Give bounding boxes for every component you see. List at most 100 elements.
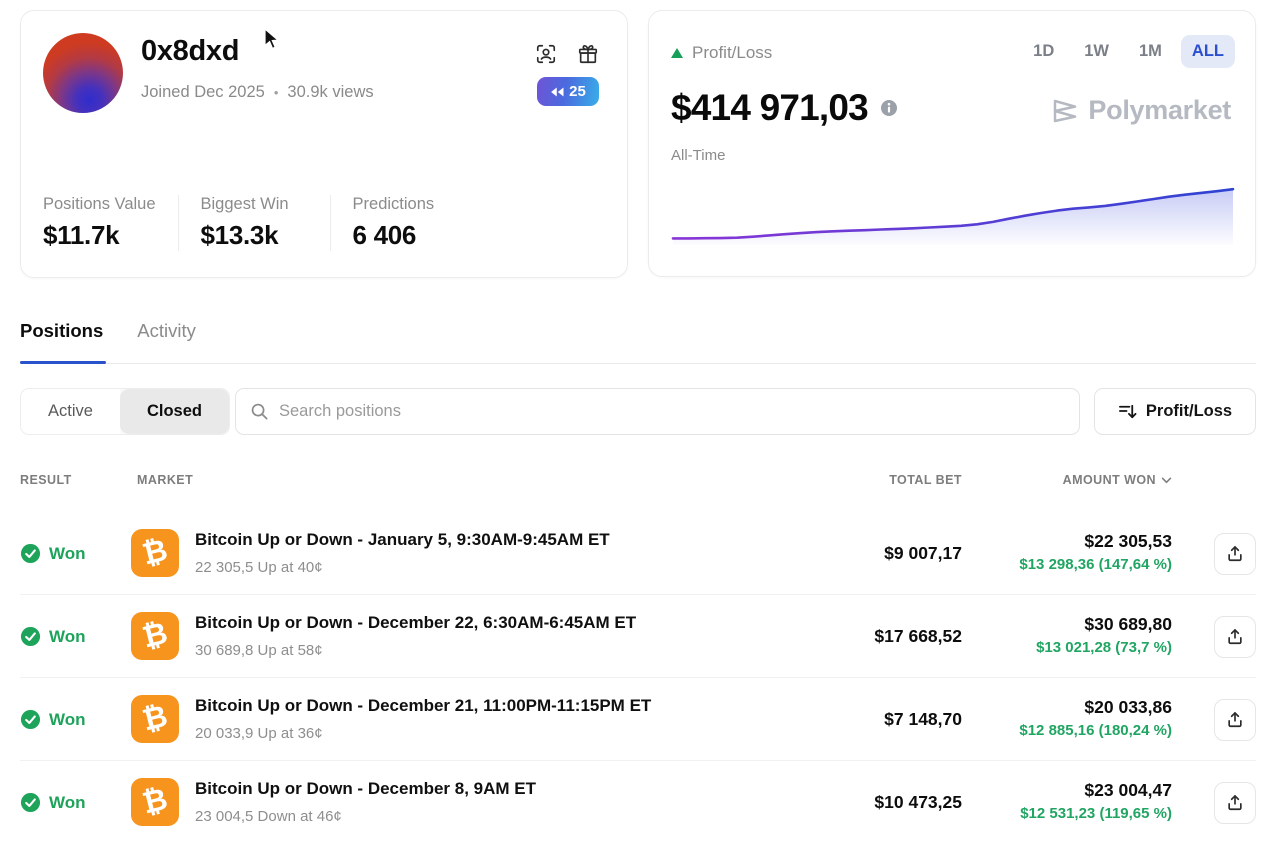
up-triangle-icon xyxy=(671,48,683,58)
time-range-selector: 1D 1W 1M ALL xyxy=(1022,35,1235,68)
pnl-chart[interactable] xyxy=(671,179,1235,245)
segment-active[interactable]: Active xyxy=(21,389,120,434)
streak-count: 25 xyxy=(569,83,586,100)
header-amount-won-label: AMOUNT WON xyxy=(1063,473,1156,487)
stat-label: Predictions xyxy=(353,195,461,214)
stat-label: Positions Value xyxy=(43,195,156,214)
result-badge: Won xyxy=(20,792,86,813)
segment-closed[interactable]: Closed xyxy=(120,389,229,434)
table-row[interactable]: Won ₿ Bitcoin Up or Down - December 21, … xyxy=(20,678,1256,761)
amount-won-cell: $30 689,80 $13 021,28 (73,7 %) xyxy=(1036,614,1172,656)
stat-value: $13.3k xyxy=(201,220,308,251)
amount-won-cell: $23 004,47 $12 531,23 (119,65 %) xyxy=(1020,780,1172,822)
range-1m[interactable]: 1M xyxy=(1128,35,1173,68)
stat-biggest-win: Biggest Win $13.3k xyxy=(201,195,331,251)
amount-won-value: $22 305,53 xyxy=(1019,531,1172,552)
amount-won-value: $30 689,80 xyxy=(1036,614,1172,635)
watermark-text: Polymarket xyxy=(1088,95,1231,126)
range-all[interactable]: ALL xyxy=(1181,35,1235,68)
sort-profit-loss-button[interactable]: Profit/Loss xyxy=(1094,388,1256,435)
share-button[interactable] xyxy=(1214,616,1256,658)
pnl-value-row: $414 971,03 xyxy=(671,87,898,129)
sort-button-label: Profit/Loss xyxy=(1146,402,1232,421)
table-row[interactable]: Won ₿ Bitcoin Up or Down - January 5, 9:… xyxy=(20,512,1256,595)
header-result: RESULT xyxy=(20,473,72,487)
share-icon xyxy=(1225,710,1245,730)
position-detail: 23 004,5 Down at 46¢ xyxy=(195,808,342,825)
bitcoin-icon: ₿ xyxy=(131,695,179,743)
table-row[interactable]: Won ₿ Bitcoin Up or Down - December 8, 9… xyxy=(20,761,1256,844)
share-button[interactable] xyxy=(1214,782,1256,824)
market-title[interactable]: Bitcoin Up or Down - January 5, 9:30AM-9… xyxy=(195,530,610,550)
active-tab-underline xyxy=(20,361,106,364)
info-icon[interactable] xyxy=(880,99,898,117)
tab-positions[interactable]: Positions xyxy=(20,320,103,362)
amount-won-cell: $22 305,53 $13 298,36 (147,64 %) xyxy=(1019,531,1172,573)
range-1w[interactable]: 1W xyxy=(1073,35,1120,68)
rewind-icon xyxy=(550,86,565,98)
pnl-header: Profit/Loss xyxy=(671,43,772,63)
search-input[interactable] xyxy=(279,402,1065,421)
result-label: Won xyxy=(49,627,86,647)
search-icon xyxy=(250,402,269,421)
tab-activity[interactable]: Activity xyxy=(137,320,196,362)
profile-card: 0x8dxd Joined Dec 2025 • 30.9k views xyxy=(20,10,628,278)
table-row[interactable]: Won ₿ Bitcoin Up or Down - December 22, … xyxy=(20,595,1256,678)
gift-icon[interactable] xyxy=(577,43,599,65)
search-positions-box xyxy=(235,388,1080,435)
pnl-period-label: All-Time xyxy=(671,147,725,164)
streak-badge[interactable]: 25 xyxy=(537,77,599,106)
result-label: Won xyxy=(49,793,86,813)
header-total-bet: TOTAL BET xyxy=(889,473,962,487)
pnl-chart-area[interactable] xyxy=(671,179,1235,245)
tabs-divider xyxy=(20,363,1256,364)
share-button[interactable] xyxy=(1214,699,1256,741)
result-label: Won xyxy=(49,710,86,730)
pnl-value: $414 971,03 xyxy=(671,87,868,129)
pnl-title: Profit/Loss xyxy=(692,43,772,63)
avatar xyxy=(43,33,123,113)
share-icon xyxy=(1225,793,1245,813)
check-circle-icon xyxy=(20,709,41,730)
share-icon xyxy=(1225,544,1245,564)
range-1d[interactable]: 1D xyxy=(1022,35,1065,68)
header-market: MARKET xyxy=(137,473,193,487)
stat-predictions: Predictions 6 406 xyxy=(353,195,483,251)
amount-won-value: $20 033,86 xyxy=(1019,697,1172,718)
chevron-down-icon xyxy=(1161,477,1172,484)
stat-label: Biggest Win xyxy=(201,195,308,214)
position-detail: 22 305,5 Up at 40¢ xyxy=(195,559,323,576)
amount-won-cell: $20 033,86 $12 885,16 (180,24 %) xyxy=(1019,697,1172,739)
profile-name: 0x8dxd xyxy=(141,35,239,68)
market-title[interactable]: Bitcoin Up or Down - December 21, 11:00P… xyxy=(195,696,651,716)
check-circle-icon xyxy=(20,792,41,813)
profit-value: $13 021,28 (73,7 %) xyxy=(1036,639,1172,656)
bitcoin-icon: ₿ xyxy=(131,778,179,826)
position-detail: 30 689,8 Up at 58¢ xyxy=(195,642,323,659)
joined-date: Joined Dec 2025 xyxy=(141,83,265,102)
header-amount-won[interactable]: AMOUNT WON xyxy=(1063,473,1172,487)
stat-value: $11.7k xyxy=(43,220,156,251)
result-badge: Won xyxy=(20,626,86,647)
positions-table: Won ₿ Bitcoin Up or Down - January 5, 9:… xyxy=(20,512,1256,844)
total-bet-value: $9 007,17 xyxy=(884,543,962,564)
main-tabs: Positions Activity xyxy=(20,320,196,362)
result-badge: Won xyxy=(20,709,86,730)
profit-value: $12 885,16 (180,24 %) xyxy=(1019,722,1172,739)
total-bet-value: $7 148,70 xyxy=(884,709,962,730)
result-label: Won xyxy=(49,544,86,564)
profit-value: $12 531,23 (119,65 %) xyxy=(1020,805,1172,822)
polymarket-profile-page: 0x8dxd Joined Dec 2025 • 30.9k views xyxy=(0,0,1280,860)
result-badge: Won xyxy=(20,543,86,564)
check-circle-icon xyxy=(20,543,41,564)
bitcoin-icon: ₿ xyxy=(131,529,179,577)
market-title[interactable]: Bitcoin Up or Down - December 8, 9AM ET xyxy=(195,779,536,799)
qr-scan-icon[interactable] xyxy=(535,43,557,65)
views-count: 30.9k views xyxy=(287,83,373,102)
market-title[interactable]: Bitcoin Up or Down - December 22, 6:30AM… xyxy=(195,613,636,633)
share-button[interactable] xyxy=(1214,533,1256,575)
profit-loss-card: Profit/Loss 1D 1W 1M ALL $414 971,03 Pol… xyxy=(648,10,1256,277)
profit-value: $13 298,36 (147,64 %) xyxy=(1019,556,1172,573)
polymarket-watermark: Polymarket xyxy=(1050,95,1231,126)
bitcoin-icon: ₿ xyxy=(131,612,179,660)
